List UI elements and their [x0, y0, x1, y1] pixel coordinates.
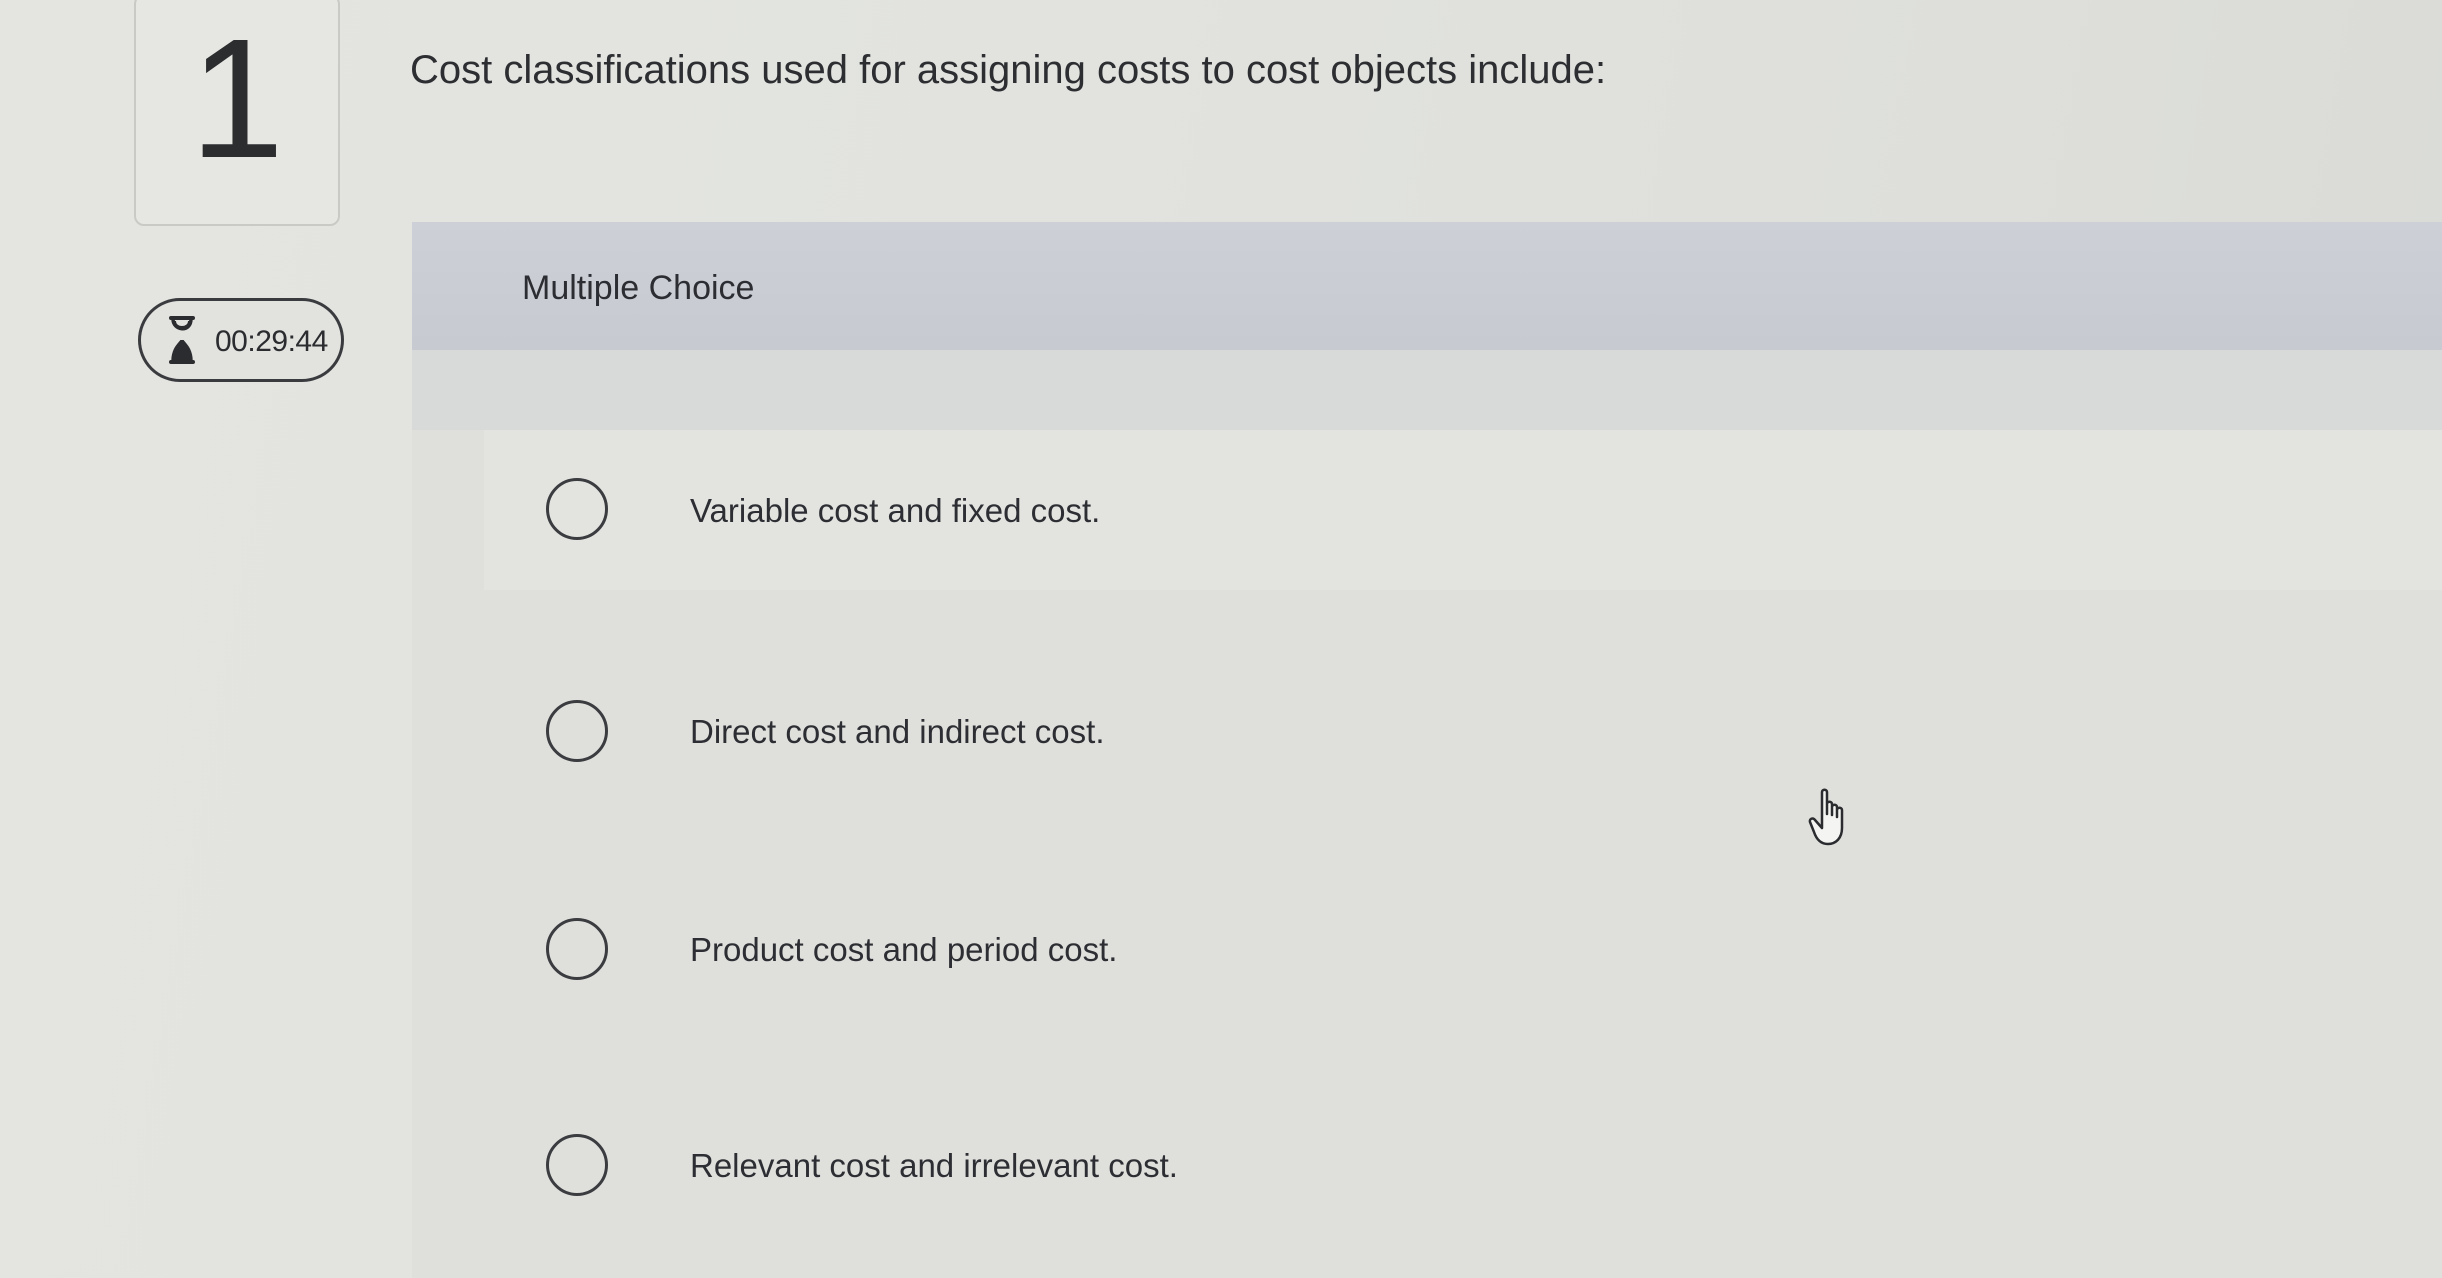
answer-option[interactable]: Relevant cost and irrelevant cost. [484, 1084, 2442, 1244]
radio-button[interactable] [546, 918, 608, 980]
question-type-label: Multiple Choice [522, 269, 755, 307]
answer-options: Variable cost and fixed cost. Direct cos… [412, 430, 2442, 1278]
pointer-hand-icon [1808, 788, 1844, 846]
answer-option-label: Variable cost and fixed cost. [690, 492, 1101, 529]
hourglass-icon [169, 316, 195, 364]
question-text: Cost classifications used for assigning … [410, 48, 1607, 92]
timer-value: 00:29:44 [215, 325, 328, 358]
left-rail: 1 00:29:44 [0, 0, 400, 1278]
answer-option-label: Relevant cost and irrelevant cost. [690, 1147, 1178, 1184]
timer[interactable]: 00:29:44 [138, 298, 344, 382]
answer-option[interactable]: Product cost and period cost. [484, 868, 2442, 1028]
radio-button[interactable] [546, 1134, 608, 1196]
header-divider-strip [412, 350, 2442, 430]
multiple-choice-header: Multiple Choice [412, 222, 2442, 350]
question-number-box: 1 [134, 0, 340, 226]
radio-button[interactable] [546, 700, 608, 762]
question-number: 1 [189, 4, 285, 194]
answer-option-label: Product cost and period cost. [690, 931, 1118, 968]
radio-button[interactable] [546, 478, 608, 540]
answer-option[interactable]: Variable cost and fixed cost. [484, 430, 2442, 590]
answer-option[interactable]: Direct cost and indirect cost. [484, 650, 2442, 810]
answer-option-label: Direct cost and indirect cost. [690, 713, 1105, 750]
